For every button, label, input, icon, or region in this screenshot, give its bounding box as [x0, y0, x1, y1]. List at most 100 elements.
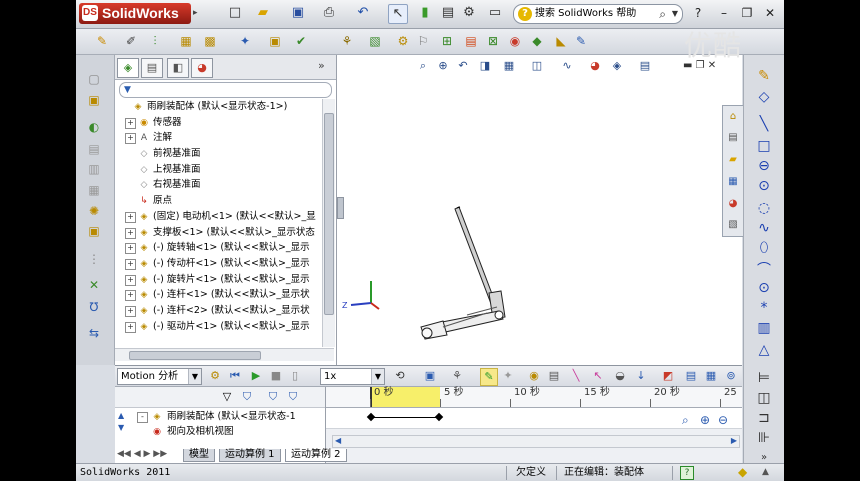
expand-toggle-icon[interactable]: + [125, 274, 136, 286]
rebuild-icon[interactable]: ▮ [416, 4, 434, 22]
features-icon[interactable]: ⫶ [146, 32, 164, 50]
tree-scroll-thumb[interactable] [324, 113, 334, 315]
search-icon[interactable]: ⌕ [659, 5, 666, 23]
collapse-icon[interactable]: ⊚ [723, 368, 739, 384]
smart-fasteners-icon[interactable]: ✦ [236, 32, 254, 50]
display-style-icon[interactable]: ◫ [529, 58, 545, 74]
line-icon[interactable]: ╲ [754, 115, 774, 133]
instant3d-icon[interactable]: ✎ [572, 32, 590, 50]
scroll-right-icon[interactable]: ▶ [731, 436, 737, 445]
circle-icon[interactable]: ⊙ [754, 177, 774, 195]
study-type-select[interactable]: Motion 分析 ▼ [117, 368, 202, 385]
mm-options-icon[interactable]: ▦ [703, 368, 719, 384]
wiper-model-3d[interactable] [407, 195, 537, 345]
select-arrow-icon[interactable]: ↖ [388, 4, 408, 24]
expand-toggle-icon[interactable]: + [125, 133, 136, 145]
propertymanager-tab[interactable]: ▤ [141, 58, 163, 78]
panel-splitter-handle[interactable] [337, 197, 344, 219]
play-from-start-icon[interactable]: ⏮ [227, 368, 243, 384]
exploded-view-icon[interactable]: ⊞ [438, 32, 456, 50]
move-component-icon[interactable]: ▣ [266, 32, 284, 50]
timeline-scrollbar[interactable]: ◀ ▶ [332, 435, 740, 448]
gravity-icon[interactable]: ↓ [633, 368, 649, 384]
offset-icon[interactable]: ⊐ [754, 409, 774, 427]
featuremanager-tab[interactable]: ◈ [117, 58, 139, 78]
file-properties-icon[interactable]: ▤ [439, 4, 457, 22]
menu-arrow-icon[interactable]: ▸ [193, 4, 201, 22]
tree-node[interactable]: ◇ 前视基准面 [115, 146, 321, 162]
tree-node[interactable]: + ◈ (-) 传动杆<1> (默认<<默认>_显示 [115, 256, 321, 272]
tree-node[interactable]: ↳ 原点 [115, 193, 321, 209]
scroll-left-icon[interactable]: ◀ [335, 436, 341, 445]
clearance-icon[interactable]: ◉ [506, 32, 524, 50]
ellipse-icon[interactable]: ⬯ [754, 239, 774, 257]
view-palette-icon[interactable]: ▦ [725, 174, 741, 190]
point-icon[interactable]: * [754, 299, 774, 317]
search-dropdown-icon[interactable]: ▼ [672, 5, 678, 23]
tree-filter-field[interactable]: ▼ [119, 82, 332, 98]
zoom-to-fit-icon[interactable]: ⌕ [415, 58, 431, 74]
expand-toggle-icon[interactable]: + [125, 227, 136, 239]
tree-horizontal-scrollbar[interactable] [115, 348, 334, 361]
close-icon[interactable]: ✕ [762, 5, 778, 21]
collapse-panel-icon[interactable]: » [318, 59, 325, 72]
help-status-icon[interactable]: ? [680, 466, 694, 480]
expand-toggle-icon[interactable]: + [125, 321, 136, 333]
edit-appearance-icon[interactable]: ◕ [587, 58, 603, 74]
contact-icon[interactable]: ◒ [612, 368, 628, 384]
expand-toggle-icon[interactable]: + [125, 258, 136, 270]
save-icon[interactable]: ▣ [289, 4, 307, 22]
copy-icon[interactable]: ▢ [84, 69, 104, 89]
show-hidden-icon[interactable]: ✔ [292, 32, 310, 50]
curve-icon[interactable]: ℧ [84, 297, 104, 317]
tag-icon[interactable]: ◆ [738, 464, 747, 481]
plane-icon[interactable]: ⊙ [754, 279, 774, 297]
tab-scroll-arrows[interactable]: ◀◀ ◀ ▶ ▶▶ [117, 449, 167, 459]
stop-icon[interactable]: ■ [268, 368, 284, 384]
convert-icon[interactable]: ◫ [754, 389, 774, 407]
tab-motion-study-1[interactable]: 运动算例 1 [219, 449, 281, 462]
reference-icon[interactable]: ✕ [84, 275, 104, 295]
damper-icon[interactable]: ╲ [568, 368, 584, 384]
new-motion-study-icon[interactable]: ⚙ [394, 32, 412, 50]
interference-icon[interactable]: ⊠ [484, 32, 502, 50]
calculate-icon[interactable]: ⚙ [207, 368, 223, 384]
expand-toggle-icon[interactable]: + [125, 305, 136, 317]
playback-speed-select[interactable]: 1x ▼ [320, 368, 385, 385]
custom-properties-icon[interactable]: ▧ [725, 217, 741, 233]
hole-align-icon[interactable]: ◆ [528, 32, 546, 50]
time-ruler[interactable]: 0 秒 5 秒 10 秒 15 秒 20 秒 25 [326, 387, 742, 408]
explode-line-icon[interactable]: ▤ [462, 32, 480, 50]
measure-icon[interactable]: ◣ [552, 32, 570, 50]
spring-icon[interactable]: ▤ [546, 368, 562, 384]
tree-hscroll-thumb[interactable] [129, 351, 261, 360]
fillet-icon[interactable]: ⌒ [754, 261, 774, 279]
slot-icon[interactable]: ⊖ [754, 157, 774, 175]
study-properties-icon[interactable]: ▤ [683, 368, 699, 384]
move-icon[interactable]: ▦ [84, 180, 104, 200]
save-animation-icon[interactable]: ▣ [422, 368, 438, 384]
tree-node[interactable]: + ◈ (-) 连杆<1> (默认<<默认>_显示状 [115, 287, 321, 303]
motion-tree-node[interactable]: ◉ 视向及相机视图 [137, 424, 325, 439]
filter-animated-icon[interactable]: ▽ [219, 389, 235, 405]
play-icon[interactable]: ▶ [248, 368, 264, 384]
resources-icon[interactable]: ⌂ [725, 109, 741, 125]
scroll-up-icon[interactable]: ▲ [118, 411, 124, 420]
tree-node[interactable]: + ◈ (-) 旋转片<1> (默认<<默认>_显示 [115, 272, 321, 288]
rectangle-icon[interactable]: □ [754, 137, 774, 155]
pattern-icon[interactable]: ▤ [84, 139, 104, 159]
sketch-icon[interactable]: ✎ [754, 67, 774, 85]
filter-driving-icon[interactable]: ⛉ [239, 389, 255, 405]
arc-icon[interactable]: ◌ [754, 199, 774, 217]
autokey-icon[interactable]: ✎ [480, 368, 498, 386]
tree-node[interactable]: + A 注解 [115, 130, 321, 146]
help-search-field[interactable]: ? 搜索 SolidWorks 帮助 ⌕ ▼ [513, 4, 683, 24]
app-logo[interactable]: DS SolidWorks [79, 3, 191, 24]
motion-tree-node[interactable]: - ◈ 雨刷装配体 (默认<显示状态-1 [137, 409, 325, 424]
bill-of-materials-icon[interactable]: ⚐ [414, 32, 432, 50]
force-icon[interactable]: ↖ [590, 368, 606, 384]
mate-icon[interactable]: ▦ [177, 32, 195, 50]
insert-component-icon[interactable]: ▣ [84, 90, 104, 110]
tab-motion-study-2[interactable]: 运动算例 2 [285, 449, 347, 462]
zoom-in-timeline-icon[interactable]: ⊕ [700, 413, 710, 427]
